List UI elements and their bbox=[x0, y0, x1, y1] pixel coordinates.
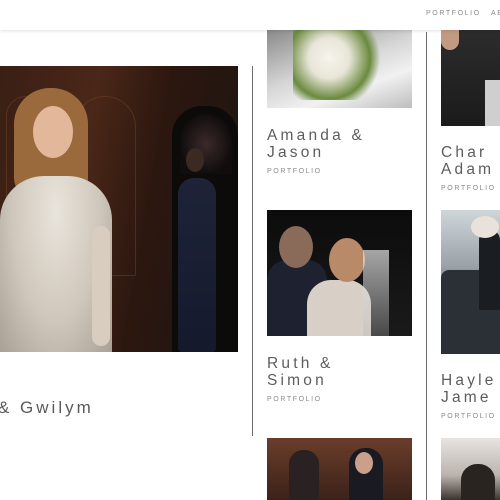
title-line: Amanda & bbox=[267, 127, 365, 144]
featured-wedding-title[interactable]: & Gwilym bbox=[0, 398, 94, 418]
title-line: Jame bbox=[441, 389, 492, 406]
bridesmaid-figure bbox=[186, 148, 204, 172]
title-line: Hayle bbox=[441, 372, 497, 389]
portfolio-photo-amanda-jason[interactable] bbox=[267, 30, 412, 108]
bridesmaid-figure bbox=[178, 178, 216, 352]
top-navigation-bar: PORTFOLIO AB bbox=[0, 0, 500, 30]
portfolio-title-charlotte-adam[interactable]: Char Adam bbox=[441, 144, 494, 178]
couple-image bbox=[485, 80, 500, 126]
bride-figure bbox=[33, 106, 73, 158]
portfolio-photo-charlotte-adam[interactable] bbox=[441, 30, 500, 126]
title-line: Simon bbox=[267, 372, 327, 389]
portfolio-link-ruth-simon[interactable]: PORTFOLIO bbox=[267, 396, 322, 403]
bride-figure bbox=[307, 280, 371, 336]
portfolio-link-charlotte-adam[interactable]: PORTFOLIO bbox=[441, 185, 496, 192]
couple-image bbox=[441, 30, 459, 50]
portfolio-photo-ruth-simon[interactable] bbox=[267, 210, 412, 336]
title-line: Ruth & bbox=[267, 355, 334, 372]
bride-figure bbox=[329, 238, 365, 282]
guest-figure bbox=[289, 450, 319, 500]
veil-image bbox=[363, 250, 389, 336]
veil-image bbox=[471, 216, 499, 238]
title-line: Jason bbox=[267, 144, 325, 161]
bride-figure bbox=[92, 226, 110, 346]
portfolio-title-ruth-simon[interactable]: Ruth & Simon bbox=[267, 355, 334, 389]
portfolio-title-hayley-james[interactable]: Hayle Jame bbox=[441, 372, 497, 406]
couple-image bbox=[479, 230, 500, 310]
column-divider bbox=[252, 66, 253, 436]
portfolio-title-amanda-jason[interactable]: Amanda & Jason bbox=[267, 127, 365, 161]
portfolio-link-hayley-james[interactable]: PORTFOLIO bbox=[441, 413, 496, 420]
groom-figure bbox=[279, 226, 313, 268]
groom-figure bbox=[355, 452, 373, 474]
portfolio-link-amanda-jason[interactable]: PORTFOLIO bbox=[267, 168, 322, 175]
portfolio-photo-next[interactable] bbox=[441, 438, 500, 500]
portfolio-photo-hayley-james[interactable] bbox=[441, 210, 500, 354]
column-divider bbox=[426, 32, 427, 500]
nav-link-portfolio[interactable]: PORTFOLIO bbox=[426, 10, 481, 17]
title-line: Adam bbox=[441, 161, 495, 178]
bouquet-image bbox=[293, 30, 383, 100]
portfolio-photo-next[interactable] bbox=[267, 438, 412, 500]
featured-wedding-photo[interactable] bbox=[0, 66, 238, 352]
couple-image bbox=[461, 464, 495, 500]
nav-link-about[interactable]: AB bbox=[491, 10, 500, 17]
title-line: Char bbox=[441, 144, 488, 161]
